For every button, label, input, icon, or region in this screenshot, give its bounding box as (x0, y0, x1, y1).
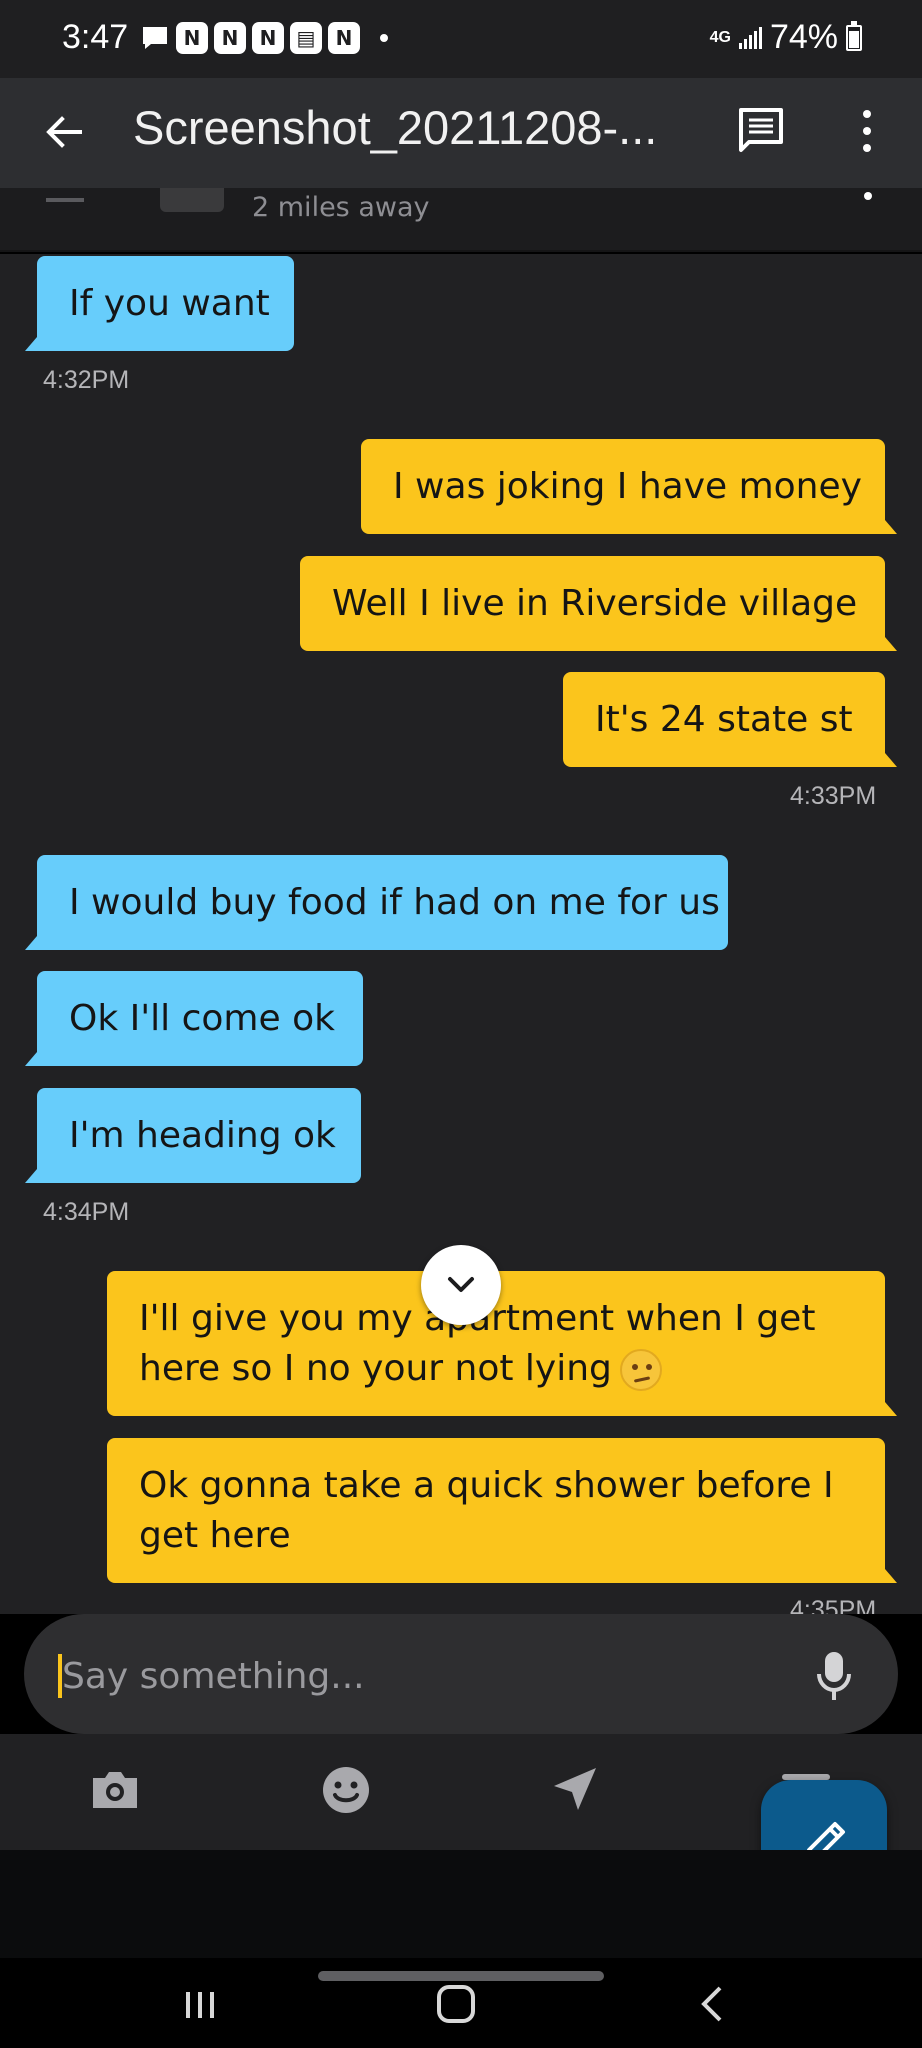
home-icon[interactable] (426, 1974, 486, 2034)
comment-icon[interactable] (736, 104, 786, 154)
status-time: 3:47 (62, 18, 129, 56)
chat-more-icon[interactable] (864, 192, 872, 200)
chat-back-icon[interactable] (40, 188, 86, 206)
message-text: Ok gonna take a quick shower before I (139, 1464, 834, 1506)
status-bar: 3:47 N N N ▤ N 4G 74% (0, 0, 922, 78)
message-timestamp: 4:34PM (43, 1198, 130, 1226)
recent-apps-icon[interactable] (170, 1974, 230, 2034)
signal-icon (738, 26, 762, 49)
message-bubble-incoming[interactable]: If you want (25, 256, 294, 351)
message-timestamp: 4:35PM (790, 1596, 877, 1614)
message-bubble-incoming[interactable]: Ok I'll come ok (25, 971, 363, 1066)
message-text: I'm heading ok (69, 1114, 336, 1156)
scroll-to-bottom-button[interactable] (421, 1245, 501, 1325)
back-arrow-icon[interactable] (40, 108, 88, 156)
message-bubble-outgoing[interactable]: I was joking I have money (361, 439, 897, 534)
chat-bubble-icon (143, 27, 167, 49)
message-text: If you want (69, 282, 270, 324)
camera-icon[interactable] (87, 1762, 143, 1818)
viewer-title: Screenshot_20211208-... (133, 101, 658, 154)
message-timestamp: 4:33PM (790, 782, 877, 810)
home-indicator[interactable] (318, 1971, 604, 1981)
more-notifications-dot (380, 34, 388, 42)
viewer-app-bar: Screenshot_20211208-... (0, 78, 922, 188)
app-n-icon: N (214, 22, 246, 54)
message-bubble-outgoing[interactable]: Well I live in Riverside village (300, 556, 897, 651)
message-bubble-outgoing[interactable]: It's 24 state st (563, 672, 897, 767)
more-options-icon[interactable] (852, 104, 882, 158)
app-n-icon: N (328, 22, 360, 54)
message-bubble-outgoing[interactable]: Ok gonna take a quick shower before I ge… (107, 1438, 897, 1583)
message-bubble-incoming[interactable]: I would buy food if had on me for us (25, 855, 728, 950)
location-icon[interactable] (548, 1762, 604, 1818)
profile-distance: 2 miles away (252, 192, 430, 223)
nav-back-icon[interactable] (684, 1974, 744, 2034)
chevron-down-icon (448, 1277, 474, 1292)
notification-icons: N N N ▤ N (140, 22, 388, 54)
battery-level (849, 31, 859, 48)
message-bubble-incoming[interactable]: I'm heading ok (25, 1088, 361, 1183)
app-n-icon: N (252, 22, 284, 54)
battery-icon (846, 20, 862, 51)
message-text: I would buy food if had on me for us (69, 881, 720, 923)
confused-face-emoji (619, 1348, 662, 1391)
chat-header: 2 miles away (0, 188, 922, 252)
battery-percent: 74% (769, 18, 838, 56)
message-text: I was joking I have money (393, 465, 862, 507)
network-type: 4G (709, 28, 731, 46)
message-timestamp: 4:32PM (43, 366, 130, 394)
avatar[interactable] (160, 188, 224, 212)
message-text: It's 24 state st (595, 698, 853, 740)
message-input[interactable]: Say something... (24, 1614, 898, 1734)
message-input-placeholder: Say something... (62, 1656, 365, 1697)
message-list[interactable]: If you want 4:32PM I was joking I have m… (0, 254, 922, 1614)
message-text: Well I live in Riverside village (332, 582, 858, 624)
message-text: get here (139, 1514, 291, 1556)
app-n-icon: N (176, 22, 208, 54)
microphone-icon[interactable] (814, 1648, 854, 1704)
message-text: Ok I'll come ok (69, 997, 335, 1039)
status-indicators: 4G 74% (710, 18, 862, 57)
news-icon: ▤ (290, 22, 322, 54)
message-text: here so I no your not lying (139, 1347, 612, 1389)
emoji-icon[interactable] (318, 1762, 374, 1818)
